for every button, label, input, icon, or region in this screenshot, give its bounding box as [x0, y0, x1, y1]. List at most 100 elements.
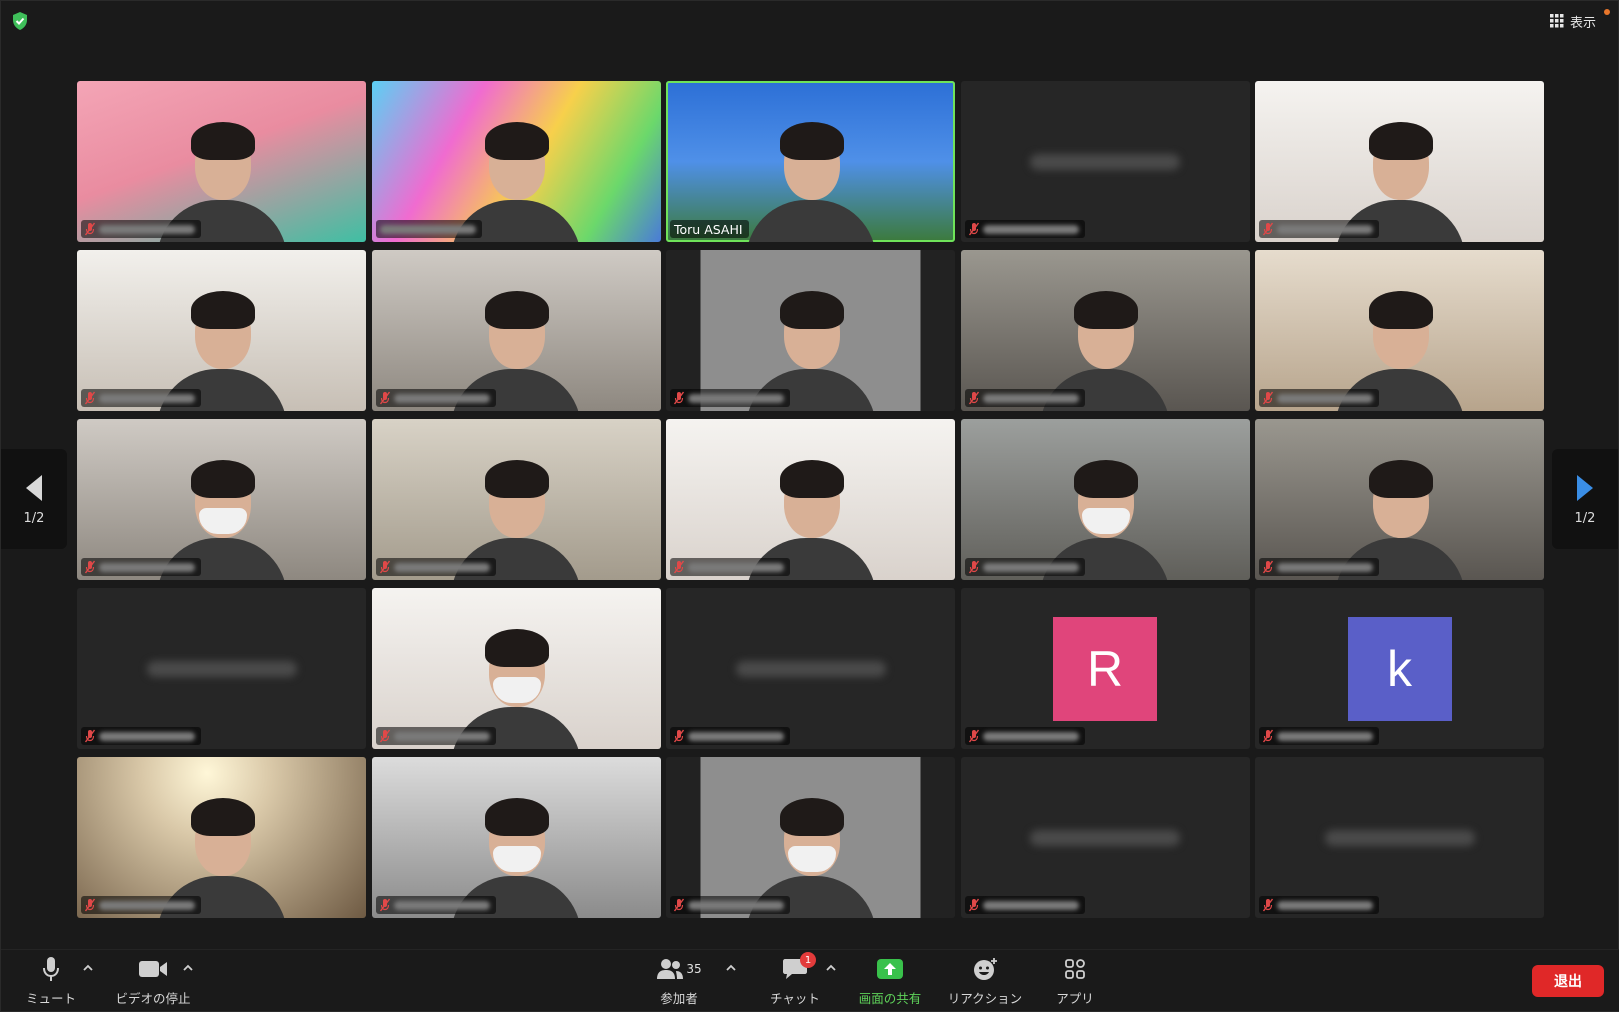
blurred-name-label [982, 393, 1079, 403]
leave-meeting-button[interactable]: 退出 [1532, 965, 1604, 997]
muted-microphone-icon [968, 898, 979, 912]
participant-tile[interactable] [666, 757, 955, 918]
participants-label: 参加者 [660, 991, 698, 1006]
zoom-meeting-window: 表示 1/2 1/2 Toru ASAHI Rk ミュート ビデオの停止 35 … [0, 0, 1619, 1012]
participant-name-label [1259, 389, 1379, 407]
view-button[interactable]: 表示 [1549, 11, 1596, 31]
participant-tile[interactable] [1255, 757, 1544, 918]
chat-options-chevron-up-icon[interactable] [824, 961, 838, 975]
chat-label: チャット [770, 991, 820, 1006]
participant-tile[interactable] [371, 250, 661, 411]
blurred-name-label [393, 731, 490, 741]
muted-microphone-icon [1263, 222, 1273, 236]
apps-button[interactable]: アプリ [1053, 956, 1097, 1008]
participant-tile[interactable] [77, 588, 366, 749]
participant-tile[interactable] [77, 250, 366, 411]
blurred-name-label [99, 900, 195, 910]
participant-name-label [375, 727, 496, 745]
participant-name-label [81, 896, 201, 914]
participant-tile[interactable] [1255, 419, 1544, 580]
previous-page-button[interactable]: 1/2 [1, 449, 67, 549]
participant-name-label [964, 558, 1085, 576]
microphone-icon [43, 957, 59, 981]
participant-tile[interactable] [77, 81, 366, 242]
muted-microphone-icon [379, 729, 390, 743]
participant-tile[interactable] [960, 419, 1250, 580]
participant-name-label [964, 896, 1085, 914]
participant-video [745, 92, 876, 242]
muted-microphone-icon [674, 729, 684, 743]
blurred-name-label [688, 900, 784, 910]
participant-tile[interactable] [371, 419, 661, 580]
video-options-chevron-up-icon[interactable] [181, 961, 195, 975]
participant-name-label [670, 727, 790, 745]
reactions-label: リアクション [947, 991, 1023, 1006]
participant-name-label [375, 896, 496, 914]
participant-name-label [1259, 727, 1379, 745]
participant-tile[interactable]: R [960, 588, 1250, 749]
mute-options-chevron-up-icon[interactable] [81, 961, 95, 975]
blurred-name-label [99, 224, 195, 234]
muted-microphone-icon [968, 729, 979, 743]
participants-count: 35 [686, 962, 702, 976]
participant-tile[interactable] [77, 419, 366, 580]
participant-name-label [81, 389, 201, 407]
blurred-name-label [982, 900, 1079, 910]
blurred-name-label [99, 393, 195, 403]
mute-label: ミュート [25, 991, 76, 1006]
blurred-name-label [688, 562, 784, 572]
participant-tile[interactable] [77, 757, 366, 918]
chat-unread-badge: 1 [800, 952, 816, 968]
participants-button[interactable]: 35 参加者 [657, 956, 702, 1008]
blurred-participant-name [1324, 829, 1475, 846]
chat-button[interactable]: 1 チャット [769, 952, 821, 1008]
share-screen-button[interactable]: 画面の共有 [857, 956, 923, 1008]
security-shield-icon[interactable] [11, 11, 29, 31]
page-indicator-left: 1/2 [23, 510, 45, 526]
share-screen-icon [877, 959, 903, 979]
reactions-button[interactable]: リアクション [945, 956, 1025, 1008]
participant-tile[interactable] [666, 250, 955, 411]
muted-microphone-icon [1263, 729, 1273, 743]
participant-name-label [81, 558, 201, 576]
blurred-participant-name [146, 660, 297, 677]
participant-tile[interactable] [371, 757, 661, 918]
page-indicator-right: 1/2 [1574, 510, 1596, 526]
view-button-label: 表示 [1569, 15, 1596, 31]
muted-microphone-icon [379, 391, 390, 405]
participant-name-label [964, 220, 1085, 238]
participant-name-label [81, 220, 201, 238]
stop-video-label: ビデオの停止 [115, 991, 191, 1006]
participant-tile[interactable] [960, 250, 1250, 411]
muted-microphone-icon [1263, 391, 1273, 405]
participant-name: Toru ASAHI [674, 221, 743, 237]
participant-tile[interactable] [666, 588, 955, 749]
muted-microphone-icon [1263, 560, 1273, 574]
participants-options-chevron-up-icon[interactable] [724, 961, 738, 975]
blurred-name-label [1277, 731, 1373, 741]
muted-microphone-icon [674, 560, 684, 574]
next-page-button[interactable]: 1/2 [1552, 449, 1618, 549]
participant-tile[interactable] [960, 81, 1250, 242]
participant-name-label [375, 389, 496, 407]
blurred-name-label [688, 393, 784, 403]
participant-name-label [375, 558, 496, 576]
participant-tile[interactable] [1255, 81, 1544, 242]
participant-name-label [81, 727, 201, 745]
participant-tile[interactable] [371, 81, 661, 242]
video-gallery-grid: Toru ASAHI Rk [77, 81, 1544, 919]
participant-tile[interactable]: k [1255, 588, 1544, 749]
mute-button[interactable]: ミュート [23, 956, 79, 1008]
muted-microphone-icon [1263, 898, 1273, 912]
muted-microphone-icon [968, 391, 979, 405]
participant-tile[interactable] [666, 419, 955, 580]
notification-dot [1604, 9, 1610, 15]
participant-tile[interactable]: Toru ASAHI [666, 81, 955, 242]
participant-tile[interactable] [960, 757, 1250, 918]
blurred-name-label [99, 731, 195, 741]
participant-name-label [1259, 558, 1379, 576]
participant-name-label [1259, 220, 1379, 238]
participant-tile[interactable] [371, 588, 661, 749]
blurred-name-label [393, 562, 490, 572]
participant-tile[interactable] [1255, 250, 1544, 411]
